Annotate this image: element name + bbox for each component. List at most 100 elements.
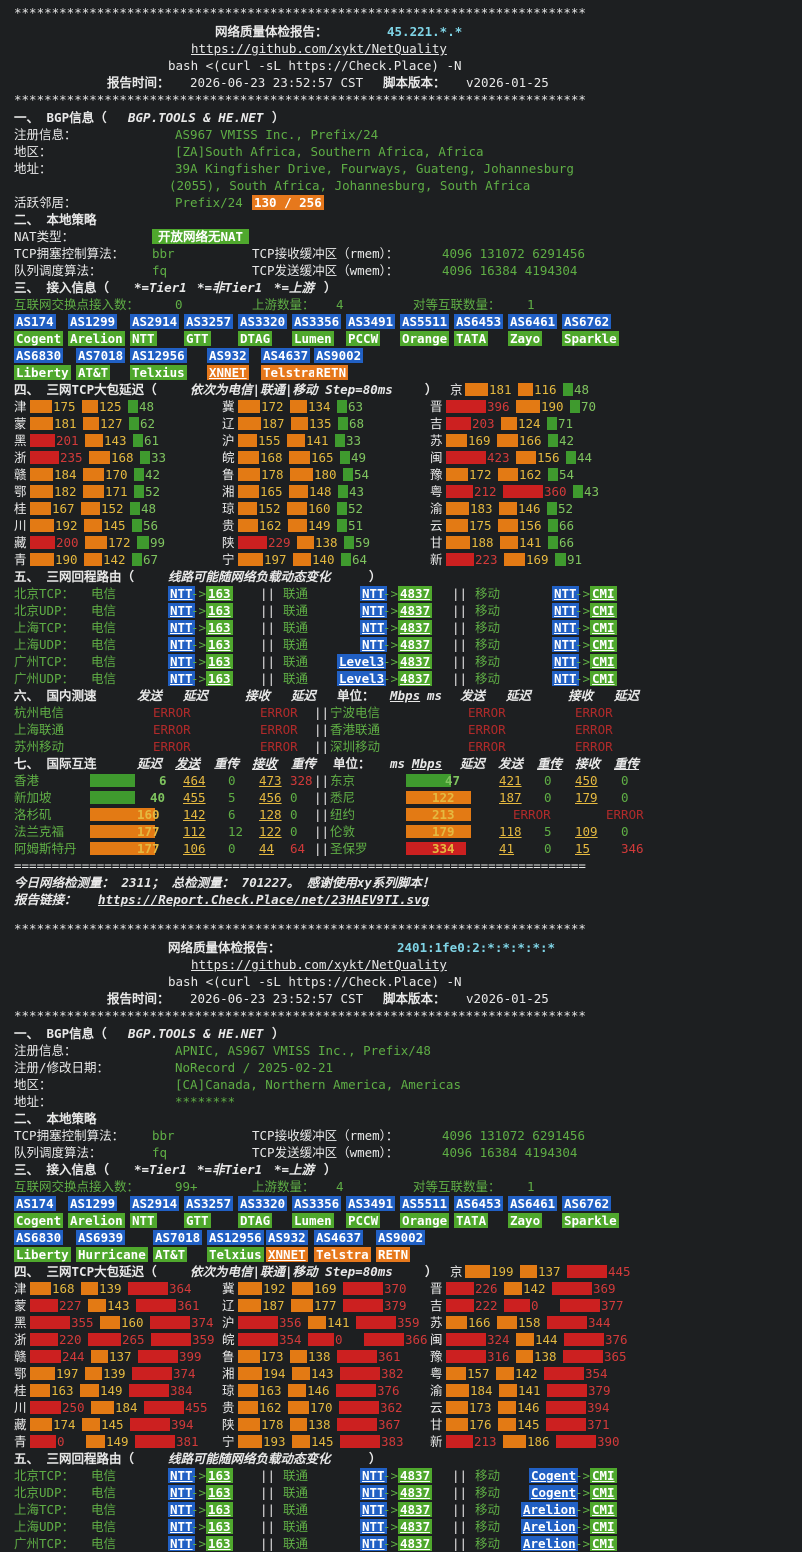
latency-bar xyxy=(446,1316,467,1329)
retrans: 0 xyxy=(290,807,298,822)
col-header: 延迟 xyxy=(614,688,640,703)
latency-bar xyxy=(30,468,53,481)
bgp-row: 地址： 39A Kingfisher Drive, Fourways, Guate… xyxy=(0,160,802,177)
latency-value: 182 xyxy=(54,484,77,499)
latency-value: 143 xyxy=(311,1366,334,1381)
repo-link[interactable]: https://github.com/xykt/NetQuality xyxy=(191,40,447,57)
latency-value: 143 xyxy=(104,433,127,448)
retrans: 346 xyxy=(621,841,644,856)
bgp-value: [CA]Canada, Northern America, Americas xyxy=(175,1077,461,1092)
latency-bar xyxy=(100,1316,120,1329)
repo-link[interactable]: https://github.com/xykt/NetQuality xyxy=(191,956,447,973)
latency-value: 61 xyxy=(144,433,160,448)
latency-value: 165 xyxy=(311,450,334,465)
paren: ） xyxy=(272,1026,285,1041)
city: 圣保罗 xyxy=(330,841,368,856)
col-header: 发送 xyxy=(137,688,163,703)
asn-badge: AS6453 xyxy=(454,1196,504,1211)
error-text: ERROR xyxy=(468,739,506,754)
arrow: -> xyxy=(191,1485,207,1500)
latency-value: 162 xyxy=(519,467,542,482)
intl-row: 香港 6 464 0 473 328 东京 47 421 0 450 0 || xyxy=(0,772,802,789)
report-link[interactable]: https://Report.Check.Place/net/23HAEV9TI… xyxy=(98,891,429,908)
latency-value: 201 xyxy=(56,433,79,448)
latency-bar xyxy=(340,1435,380,1448)
asn-badge: AS6461 xyxy=(508,1196,558,1211)
section-route: 五、 三网回程路由（ 线路可能随网络负载动态变化 ） xyxy=(0,568,802,585)
city: 纽约 xyxy=(330,807,356,822)
latency-bar xyxy=(446,1367,466,1380)
latency-bar xyxy=(30,1299,58,1312)
sep: || xyxy=(452,1519,468,1534)
latency-row: 藏 174 145 394 陕 178 138 367 甘 176 145 371 xyxy=(0,1416,802,1433)
latency-bar xyxy=(499,1384,517,1397)
latency-bar xyxy=(465,1265,490,1278)
nontier1-legend: *=非Tier1 xyxy=(197,280,263,295)
latency-bar xyxy=(548,536,558,549)
province: 川 xyxy=(14,518,27,533)
sep: || xyxy=(452,1468,468,1483)
arrow: -> xyxy=(575,637,591,652)
province: 鲁 xyxy=(222,1349,235,1364)
city: 阿姆斯特丹 xyxy=(14,841,77,856)
retrans: 0 xyxy=(544,790,552,805)
latency-value: 374 xyxy=(173,1366,196,1381)
latency-bar xyxy=(570,400,580,413)
bgp-value: 39A Kingfisher Drive, Fourways, Guateng,… xyxy=(175,161,574,176)
report-ip: 2401:1fe0:2:*:*:*:*:* xyxy=(397,940,556,955)
latency-bar xyxy=(343,1299,383,1312)
retrans: 0 xyxy=(544,773,552,788)
latency-value: 356 xyxy=(279,1315,302,1330)
carrier-badge: Liberty xyxy=(14,365,71,380)
stars-divider: ****************************************… xyxy=(0,91,802,108)
latency-bar xyxy=(343,1282,383,1295)
route-hop: 4837 xyxy=(398,1468,433,1483)
latency-value: 148 xyxy=(309,484,332,499)
intl-row: 洛杉矶 160 142 6 128 0 纽约 213 ERROR ERROR || xyxy=(0,806,802,823)
active-neighbors: 活跃邻居： Prefix/24 130 / 256 xyxy=(0,194,802,211)
latency-value: 190 xyxy=(55,552,78,567)
isp-telecom: 电信 xyxy=(91,586,117,601)
carrier-badge: RETN xyxy=(314,365,349,380)
latency-value: 0 xyxy=(531,1298,539,1313)
section-title: 四、 三网TCP大包延迟（ xyxy=(14,382,157,397)
asn-badge: AS2914 xyxy=(130,314,180,329)
section-subtitle: 依次为电信|联通|移动 Step=80ms xyxy=(190,1264,393,1279)
latency-bar xyxy=(356,1316,396,1329)
section-latency: 四、 三网TCP大包延迟（ 依次为电信|联通|移动 Step=80ms ） 京 199 1… xyxy=(0,1263,802,1280)
error-text: ERROR xyxy=(153,705,191,720)
paren: ） xyxy=(425,1264,438,1279)
latency-value: 359 xyxy=(192,1332,215,1347)
latency-bar xyxy=(546,1418,586,1431)
province: 蒙 xyxy=(14,1298,27,1313)
qdisc-label: 队列调度算法： xyxy=(14,1145,102,1160)
carrier-badge: NTT xyxy=(130,1213,157,1228)
terminal-window: ****************************************… xyxy=(0,0,802,1551)
province: 琼 xyxy=(222,1383,235,1398)
route-label: 上海TCP： xyxy=(14,1502,75,1517)
carrier-badge: Sparkle xyxy=(562,1213,619,1228)
latency-bar xyxy=(446,1333,486,1346)
latency-value: 42 xyxy=(145,467,161,482)
tier1-legend: *=Tier1 xyxy=(134,280,187,295)
latency-bar xyxy=(30,1401,61,1414)
sep: || xyxy=(260,1468,276,1483)
arrow: -> xyxy=(191,654,207,669)
province: 沪 xyxy=(222,433,235,448)
latency-value: 70 xyxy=(581,399,597,414)
tcp-cc-label: TCP拥塞控制算法： xyxy=(14,246,125,261)
carrier-badge: Liberty xyxy=(14,1247,71,1262)
carrier-badge: Lumen xyxy=(292,331,334,346)
neighbor-label: 活跃邻居： xyxy=(14,195,77,210)
latency-value: 369 xyxy=(593,1281,616,1296)
report-ip: 45.221.*.* xyxy=(387,24,463,39)
latency-bar xyxy=(30,1282,51,1295)
carrier-badge: Orange xyxy=(400,1213,450,1228)
isp-telecom: 电信 xyxy=(91,603,117,618)
route-hop: 4837 xyxy=(398,1502,433,1517)
province: 云 xyxy=(430,518,443,533)
latency-value: 190 xyxy=(541,399,564,414)
latency-bar xyxy=(446,417,471,430)
sep: || xyxy=(314,722,330,737)
error-text: ERROR xyxy=(260,722,298,737)
